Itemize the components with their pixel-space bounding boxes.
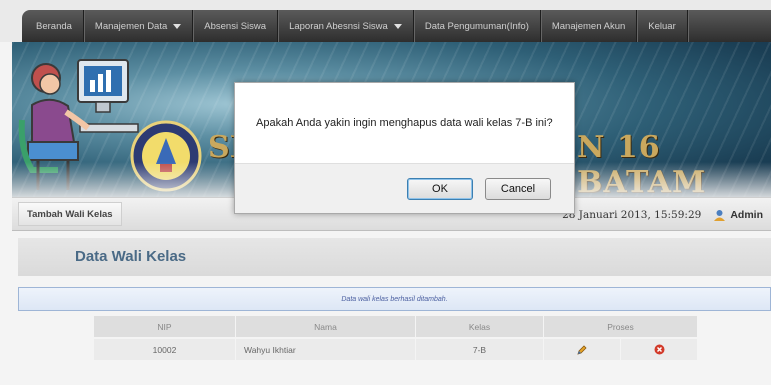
- confirm-dialog: Apakah Anda yakin ingin menghapus data w…: [234, 82, 575, 214]
- page-root: Beranda Manajemen Data Absensi Siswa Lap…: [0, 0, 771, 385]
- modal-overlay: Apakah Anda yakin ingin menghapus data w…: [0, 0, 771, 385]
- dialog-footer: OK Cancel: [235, 163, 574, 213]
- dialog-message: Apakah Anda yakin ingin menghapus data w…: [235, 83, 574, 163]
- ok-button[interactable]: OK: [407, 178, 473, 200]
- cancel-button[interactable]: Cancel: [485, 178, 551, 200]
